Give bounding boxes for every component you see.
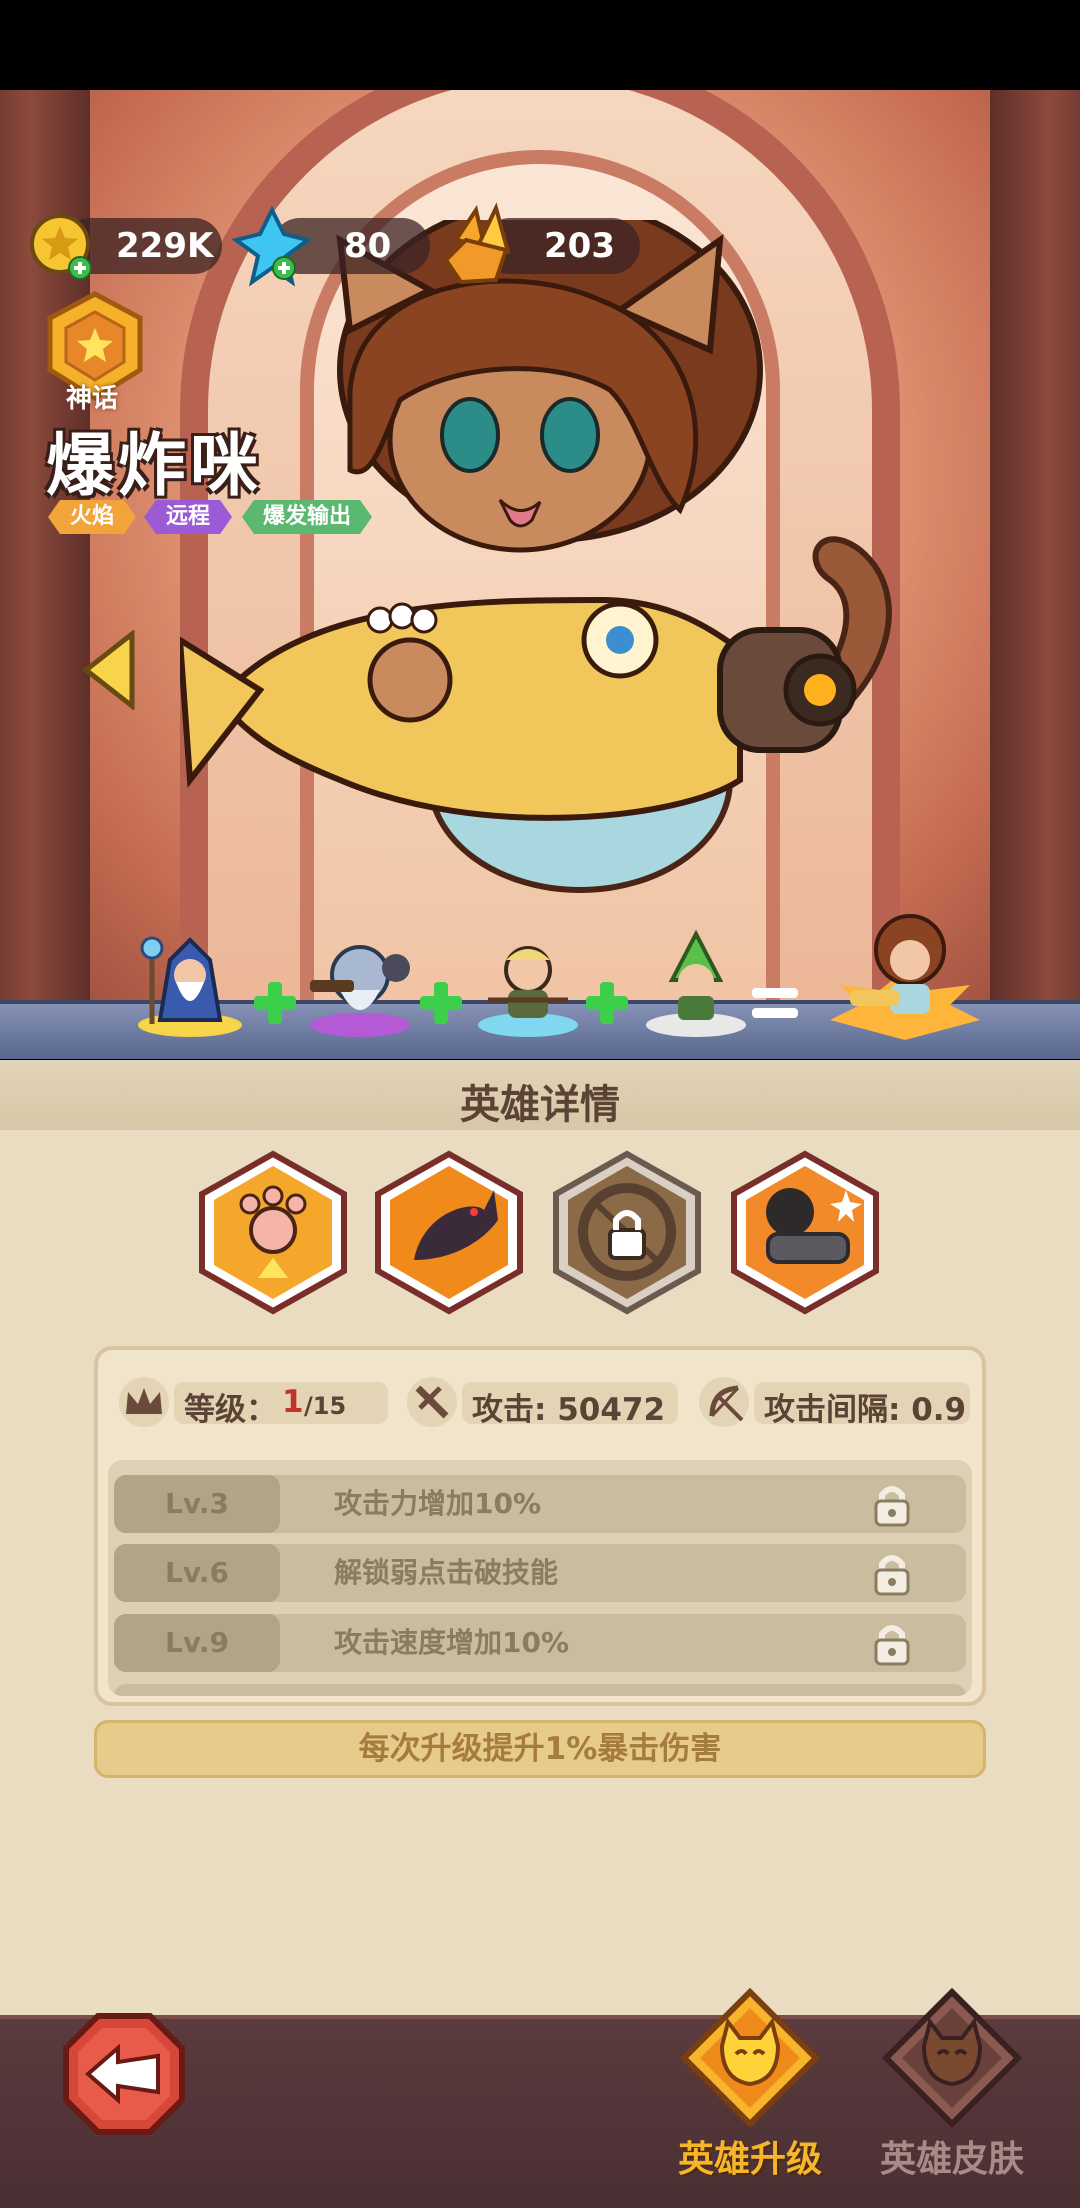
bow-speed-icon: [699, 1377, 749, 1427]
gunner-unit-icon[interactable]: [300, 920, 420, 1040]
plus-icon: [420, 982, 462, 1024]
tag-fire: 火焰: [48, 500, 136, 534]
gold-crystal-icon: [443, 202, 511, 285]
level-unlock-list[interactable]: Lv.3 攻击力增加10% Lv.6 解锁弱点击破技能 Lv.9 攻击速度增加1…: [108, 1460, 972, 1696]
hero-illustration: [180, 220, 892, 893]
gold-coin-icon: [30, 214, 92, 280]
level-current: 1: [282, 1384, 304, 1420]
crystal-amount: 203: [544, 226, 615, 266]
hero-skin-tab-icon[interactable]: [882, 1988, 1022, 2128]
crossbow-unit-icon[interactable]: [468, 920, 588, 1040]
plus-icon: [586, 982, 628, 1024]
tag-burst-dps: 爆发输出: [242, 500, 372, 534]
crown-icon: [119, 1377, 169, 1427]
level-unlock-desc: 攻击力增加10%: [334, 1487, 542, 1520]
lock-icon: [874, 1486, 910, 1527]
level-label: 等级：: [184, 1392, 277, 1428]
level-max: /15: [304, 1392, 347, 1420]
hero-skin-tab-label[interactable]: 英雄皮肤: [852, 2130, 1052, 2182]
wizard-unit-icon[interactable]: [130, 920, 250, 1040]
attack-value: 攻击: 50472: [472, 1392, 666, 1428]
details-title: 英雄详情: [460, 1082, 620, 1128]
level-unlock-desc: 解锁弱点击破技能: [334, 1556, 559, 1589]
hero-upgrade-tab-label[interactable]: 英雄升级: [650, 2130, 850, 2182]
level-unlock-desc: 攻击速度增加10%: [334, 1626, 570, 1659]
lock-icon: [874, 1625, 910, 1666]
level-unlock-row-partial: [114, 1684, 966, 1696]
level-unlock-row: Lv.6 解锁弱点击破技能: [114, 1544, 966, 1602]
level-badge: Lv.3: [114, 1475, 280, 1533]
cat-gatling-icon[interactable]: [730, 1150, 880, 1315]
previous-hero-arrow-icon[interactable]: [82, 630, 136, 710]
archer-unit-icon[interactable]: [636, 920, 756, 1040]
boom-cat-unit-icon[interactable]: [820, 890, 990, 1050]
hero-name: 爆炸咪: [46, 427, 263, 506]
level-badge: Lv.6: [114, 1544, 280, 1602]
hero-upgrade-tab-icon[interactable]: [680, 1988, 820, 2128]
tag-ranged: 远程: [144, 500, 232, 534]
cat-dash-icon[interactable]: [374, 1150, 524, 1315]
lock-icon: [874, 1555, 910, 1596]
level-badge: Lv.9: [114, 1614, 280, 1672]
right-pillar: [990, 90, 1080, 1050]
gem-amount: 80: [344, 226, 392, 266]
back-button[interactable]: [62, 2012, 186, 2136]
equals-icon: [752, 988, 798, 1018]
bow-skill-icon[interactable]: [552, 1150, 702, 1315]
sword-icon: [407, 1377, 457, 1427]
upgrade-bonus-banner: 每次升级提升1%暴击伤害: [94, 1720, 986, 1778]
level-unlock-row: Lv.3 攻击力增加10%: [114, 1475, 966, 1533]
paw-upgrade-icon[interactable]: [198, 1150, 348, 1315]
gold-amount: 229K: [116, 226, 214, 266]
level-unlock-row: Lv.9 攻击速度增加10%: [114, 1614, 966, 1672]
plus-icon: [254, 982, 296, 1024]
blue-gem-icon: [232, 206, 312, 286]
interval-value: 攻击间隔: 0.9: [764, 1392, 967, 1428]
